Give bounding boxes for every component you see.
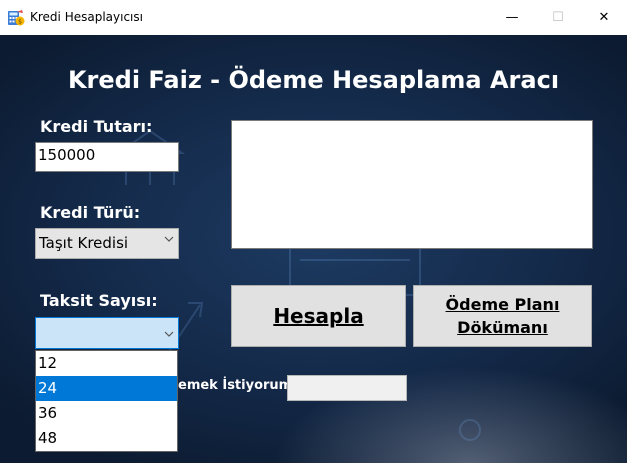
chevron-down-icon — [164, 331, 174, 337]
installments-dropdown-list: 12 24 36 48 — [35, 350, 178, 452]
amount-label: Kredi Tutarı: — [40, 117, 153, 136]
loan-type-select[interactable]: Taşıt Kredisi — [35, 228, 179, 259]
page-title: Kredi Faiz - Ödeme Hesaplama Aracı — [67, 66, 560, 94]
payment-plan-button-line1: Ödeme Planı — [445, 295, 560, 314]
result-textbox[interactable] — [231, 120, 593, 249]
payment-plan-button-line2: Dökümanı — [457, 318, 548, 337]
installments-label: Taksit Sayısı: — [40, 291, 158, 310]
close-button[interactable]: ✕ — [581, 0, 627, 35]
loan-type-value: Taşıt Kredisi — [39, 234, 129, 252]
extra-input[interactable] — [287, 375, 407, 401]
title-bar: $ Kredi Hesaplayıcısı — ☐ ✕ — [0, 0, 627, 36]
amount-input[interactable]: 150000 — [35, 142, 179, 172]
loan-type-label: Kredi Türü: — [40, 203, 141, 222]
minimize-button[interactable]: — — [489, 0, 535, 35]
chevron-down-icon — [164, 236, 174, 242]
app-calculator-icon: $ — [8, 10, 25, 26]
installments-select[interactable] — [35, 317, 179, 349]
maximize-button[interactable]: ☐ — [535, 0, 581, 35]
installment-option[interactable]: 12 — [36, 351, 177, 376]
installment-option[interactable]: 36 — [36, 401, 177, 426]
svg-text:$: $ — [18, 19, 22, 26]
calculate-button[interactable]: Hesapla — [231, 285, 406, 347]
payment-plan-button[interactable]: Ödeme Planı Dökümanı — [413, 285, 592, 347]
option-checkbox-label[interactable]: emek İstiyorum — [178, 378, 292, 393]
installment-option[interactable]: 48 — [36, 426, 177, 451]
window-title: Kredi Hesaplayıcısı — [30, 10, 143, 24]
main-form: Kredi Faiz - Ödeme Hesaplama Aracı Kredi… — [0, 35, 627, 463]
installment-option-highlighted[interactable]: 24 — [36, 376, 177, 401]
